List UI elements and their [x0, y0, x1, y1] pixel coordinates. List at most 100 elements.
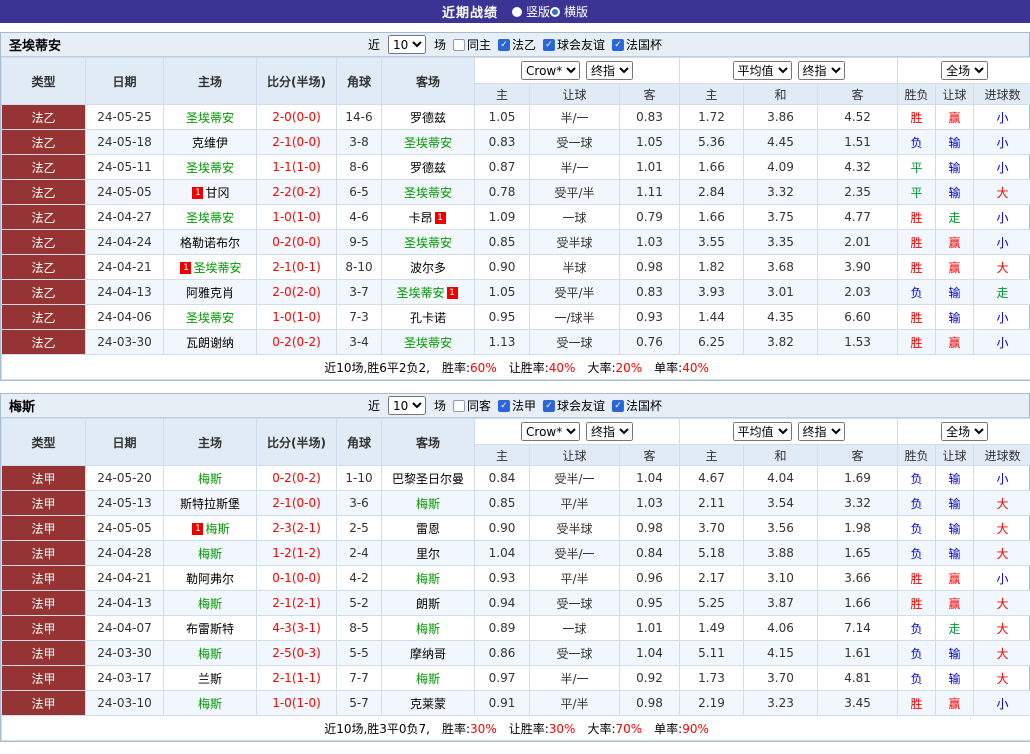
team-name[interactable]: 圣埃蒂安	[186, 211, 234, 225]
team-name[interactable]: 布雷斯特	[186, 622, 234, 636]
team-name[interactable]: 梅斯	[205, 522, 229, 536]
team-name[interactable]: 梅斯	[198, 597, 222, 611]
team-name[interactable]: 圣埃蒂安	[396, 286, 444, 300]
corner-cell: 3-7	[337, 280, 382, 305]
goals-result-cell: 大	[974, 541, 1030, 566]
team-name[interactable]: 圣埃蒂安	[186, 311, 234, 325]
team-name[interactable]: 圣埃蒂安	[404, 136, 452, 150]
team-name[interactable]: 斯特拉斯堡	[180, 497, 240, 511]
team-name[interactable]: 阿雅克肖	[186, 286, 234, 300]
venue-filter[interactable]: 同客	[453, 397, 491, 414]
date-cell: 24-04-21	[86, 566, 164, 591]
team-name[interactable]: 兰斯	[198, 672, 222, 686]
team-name[interactable]: 巴黎圣日尔曼	[392, 472, 464, 486]
scope-select[interactable]: 全场	[941, 61, 988, 80]
stat-value: 30%	[549, 722, 576, 736]
checkbox-checked-icon: ✓	[543, 39, 555, 51]
odds-company-select[interactable]: Crow*	[521, 422, 580, 441]
asian-odds-cell: 0.95	[475, 305, 530, 330]
team-name[interactable]: 格勒诺布尔	[180, 236, 240, 250]
euro-odds-cell: 1.82	[680, 255, 744, 280]
team-name[interactable]: 梅斯	[416, 572, 440, 586]
euro-odds-cell: 3.93	[680, 280, 744, 305]
asian-stage-select[interactable]: 终指	[586, 422, 633, 441]
team-name[interactable]: 梅斯	[416, 622, 440, 636]
league-filter-label: 法乙	[512, 36, 536, 53]
checkbox-unchecked-icon	[453, 400, 465, 412]
team-name[interactable]: 圣埃蒂安	[186, 111, 234, 125]
team-name[interactable]: 甘冈	[205, 186, 229, 200]
league-cell: 法乙	[2, 180, 86, 205]
team-name[interactable]: 卡昂	[408, 211, 432, 225]
team-name[interactable]: 圣埃蒂安	[193, 261, 241, 275]
handicap-result-cell: 走	[936, 616, 974, 641]
match-row: 法乙24-04-211圣埃蒂安2-1(0-1)8-10波尔多0.90半球0.98…	[2, 255, 1030, 280]
team-name[interactable]: 圣埃蒂安	[404, 186, 452, 200]
asian-odds-cell: 受半/一	[530, 541, 620, 566]
match-row: 法甲24-03-30梅斯2-5(0-3)5-5摩纳哥0.86受一球1.045.1…	[2, 641, 1030, 666]
outcome-cell: 负	[898, 516, 936, 541]
asian-odds-cell: 0.93	[620, 305, 680, 330]
team-name[interactable]: 梅斯	[198, 697, 222, 711]
layout-option[interactable]: 竖版	[512, 3, 550, 20]
league-filter[interactable]: ✓法国杯	[612, 397, 662, 414]
red-card-icon: 1	[435, 212, 446, 224]
odds-company-select[interactable]: Crow*	[521, 61, 580, 80]
team-name[interactable]: 梅斯	[198, 547, 222, 561]
stat-value: 30%	[470, 722, 497, 736]
team-name[interactable]: 罗德兹	[410, 111, 446, 125]
team-name[interactable]: 梅斯	[416, 497, 440, 511]
subcol-header: 客	[818, 445, 898, 466]
team-name[interactable]: 瓦朗谢纳	[186, 336, 234, 350]
team-name[interactable]: 雷恩	[416, 522, 440, 536]
handicap-result-cell: 赢	[936, 566, 974, 591]
asian-odds-cell: 受一球	[530, 330, 620, 355]
team-name[interactable]: 圣埃蒂安	[186, 161, 234, 175]
team-name[interactable]: 圣埃蒂安	[404, 236, 452, 250]
venue-filter[interactable]: 同主	[453, 36, 491, 53]
league-filter[interactable]: ✓球会友谊	[543, 397, 605, 414]
team-name[interactable]: 圣埃蒂安	[404, 336, 452, 350]
stat-value: 90%	[682, 722, 709, 736]
league-filter[interactable]: ✓球会友谊	[543, 36, 605, 53]
col-header-score: 比分(半场)	[257, 58, 337, 105]
scope-select[interactable]: 全场	[941, 422, 988, 441]
goals-result-cell: 大	[974, 591, 1030, 616]
asian-stage-select[interactable]: 终指	[586, 61, 633, 80]
team-name[interactable]: 勒阿弗尔	[186, 572, 234, 586]
asian-odds-cell: 半/一	[530, 105, 620, 130]
euro-stage-select[interactable]: 终指	[798, 422, 845, 441]
home-team-cell: 梅斯	[164, 691, 257, 716]
team-name[interactable]: 朗斯	[416, 597, 440, 611]
subcol-header: 主	[475, 84, 530, 105]
games-count-select[interactable]: 10	[388, 396, 426, 415]
score-cell: 2-1(2-1)	[257, 591, 337, 616]
games-count-select[interactable]: 10	[388, 35, 426, 54]
col-header-date: 日期	[86, 419, 164, 466]
subcol-header: 和	[744, 445, 818, 466]
layout-option[interactable]: 横版	[550, 3, 588, 20]
league-cell: 法甲	[2, 691, 86, 716]
team-name[interactable]: 摩纳哥	[410, 647, 446, 661]
league-filter[interactable]: ✓法乙	[498, 36, 536, 53]
team-name[interactable]: 梅斯	[198, 472, 222, 486]
euro-average-select[interactable]: 平均值	[733, 61, 792, 80]
asian-odds-cell: 受半球	[530, 516, 620, 541]
team-name[interactable]: 波尔多	[410, 261, 446, 275]
home-team-cell: 勒阿弗尔	[164, 566, 257, 591]
euro-average-select[interactable]: 平均值	[733, 422, 792, 441]
team-name[interactable]: 克维伊	[192, 136, 228, 150]
team-name[interactable]: 孔卡诺	[410, 311, 446, 325]
league-filter[interactable]: ✓法甲	[498, 397, 536, 414]
team-name[interactable]: 克莱蒙	[410, 697, 446, 711]
league-filter[interactable]: ✓法国杯	[612, 36, 662, 53]
team-name[interactable]: 梅斯	[198, 647, 222, 661]
goals-result-cell: 小	[974, 130, 1030, 155]
asian-odds-cell: 1.01	[620, 616, 680, 641]
team-name[interactable]: 里尔	[416, 547, 440, 561]
euro-odds-cell: 1.66	[680, 155, 744, 180]
league-cell: 法乙	[2, 330, 86, 355]
euro-stage-select[interactable]: 终指	[798, 61, 845, 80]
team-name[interactable]: 梅斯	[416, 672, 440, 686]
team-name[interactable]: 罗德兹	[410, 161, 446, 175]
